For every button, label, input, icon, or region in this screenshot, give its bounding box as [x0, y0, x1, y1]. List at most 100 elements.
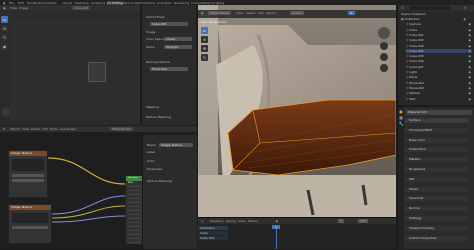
visibility-icon[interactable]: ◉ — [468, 28, 471, 32]
visibility-icon[interactable]: ◉ — [468, 22, 471, 26]
menu-keying[interactable]: Keying — [226, 219, 236, 223]
cursor-icon[interactable]: ⊕ — [1, 25, 8, 32]
outliner-item[interactable]: ▽ Plane.002 ◉ — [406, 86, 472, 90]
material-section[interactable]: Sheen — [405, 186, 469, 192]
material-section[interactable]: Settings — [405, 216, 469, 221]
outliner-item[interactable]: ▽ Sphere ◉ — [406, 91, 472, 95]
outliner-item[interactable]: ▽ Cube.001 ◉ — [406, 33, 472, 37]
outliner-item[interactable]: ▽ Cube.006 ◉ — [406, 59, 472, 63]
image-texture-node-2[interactable]: Image Texture — [8, 204, 52, 244]
visibility-icon[interactable]: ◉ — [468, 97, 471, 101]
timeline[interactable]: ◷ Playback Keying View Marker ▶ 1 250 Su… — [198, 217, 396, 249]
navigation-gizmo-icon[interactable] — [378, 27, 390, 39]
menu-object[interactable]: Object — [10, 127, 20, 131]
outliner-item[interactable]: ▽ Plane.001 ◉ — [406, 81, 472, 85]
image-name-field[interactable]: Cube.004 — [150, 22, 188, 26]
outliner-item[interactable]: ▽ Cube.002 ◉ — [406, 38, 472, 42]
move-icon[interactable]: ✥ — [201, 45, 208, 52]
material-section[interactable]: Subsurface — [405, 147, 469, 153]
outliner-type-icon[interactable]: ☰ — [401, 6, 404, 10]
material-section[interactable]: Viewport Display — [405, 225, 469, 231]
outliner-search-input[interactable] — [410, 6, 450, 10]
start-frame-field[interactable]: 1 — [338, 219, 344, 223]
node-field[interactable] — [12, 226, 48, 229]
outliner-item[interactable]: ▤ Collection ◉ — [401, 17, 467, 21]
outliner-item[interactable]: ▽ Text ◉ — [406, 97, 472, 101]
material-section[interactable]: Roughness — [405, 167, 469, 172]
menu-vp-object[interactable]: Object — [266, 11, 276, 15]
outliner-item[interactable]: ▽ Cube.003 ◉ — [406, 44, 472, 48]
outliner-item[interactable]: ▽ Cube ◉ — [406, 28, 472, 32]
3d-viewport[interactable]: ▭ ⊕ ✥ ↻ — [198, 5, 396, 217]
material-section[interactable]: Normal — [405, 206, 469, 212]
outliner-item[interactable]: ▽ Cube.004 ◉ — [406, 48, 472, 53]
zoom-icon[interactable] — [380, 42, 388, 50]
menu-tl-view[interactable]: View — [238, 219, 245, 223]
visibility-icon[interactable]: ◉ — [468, 75, 471, 79]
menu-node[interactable]: Node — [50, 127, 58, 131]
select-box-icon[interactable]: ▭ — [1, 16, 8, 23]
viewport-type-icon[interactable]: ◧ — [201, 11, 204, 15]
outliner-item[interactable]: ▽ Light ◉ — [406, 70, 472, 74]
rotate-icon[interactable]: ↻ — [201, 54, 208, 61]
colorspace-field[interactable]: Linear — [164, 37, 192, 41]
principled-bsdf-node[interactable]: Principled BSDF — [125, 175, 143, 245]
current-frame-indicator[interactable]: 1 — [272, 225, 280, 229]
node-editor-type-icon[interactable]: ⧉ — [3, 127, 5, 131]
image-selector[interactable]: Cube.004 — [72, 6, 91, 10]
menu-marker[interactable]: Marker — [248, 219, 258, 223]
menu-view[interactable]: View — [10, 6, 17, 10]
image-canvas[interactable] — [10, 18, 140, 120]
menu-vp-select[interactable]: Select — [246, 11, 255, 15]
menu-vp-view[interactable]: View — [236, 11, 243, 15]
timeline-type-icon[interactable]: ◷ — [201, 219, 204, 223]
visibility-icon[interactable]: ◉ — [468, 86, 471, 90]
menu-node-add[interactable]: Add — [42, 127, 48, 131]
visibility-icon[interactable]: ◉ — [468, 38, 471, 42]
camera-view-icon[interactable] — [380, 64, 388, 72]
cursor-icon[interactable]: ⊕ — [201, 36, 208, 43]
visibility-icon[interactable]: ◉ — [468, 44, 471, 48]
material-section[interactable]: Metallic — [405, 157, 469, 163]
end-frame-field[interactable]: 250 — [358, 219, 368, 223]
packing-field[interactable]: Fixed Size — [150, 67, 188, 71]
filter-icon[interactable]: ⚲ — [464, 6, 466, 10]
pan-icon[interactable] — [380, 53, 388, 61]
use-nodes-toggle[interactable]: Use Nodes — [60, 127, 76, 131]
track-cube[interactable]: Cube — [198, 231, 228, 235]
visibility-icon[interactable]: ◉ — [468, 81, 471, 85]
material-section[interactable]: Custom Properties — [405, 235, 469, 241]
material-slot-field[interactable]: Material.003 — [406, 110, 472, 115]
sample-icon[interactable]: ◉ — [1, 43, 8, 50]
select-box-icon[interactable]: ▭ — [201, 27, 208, 34]
zoom-icon[interactable] — [2, 108, 10, 116]
menu-playback[interactable]: Playback — [210, 219, 223, 223]
material-selector[interactable]: Material.003 — [110, 127, 133, 131]
alpha-field[interactable]: Straight — [164, 45, 192, 49]
outliner-item[interactable]: ▽ Camera ◉ — [406, 22, 472, 26]
timeline-tracks[interactable]: Summary Cube Cube.004 1 — [198, 225, 396, 249]
visibility-icon[interactable]: ◉ — [468, 70, 471, 74]
outliner-item[interactable]: ▽ Plane ◉ — [406, 75, 472, 79]
visibility-icon[interactable]: ◉ — [468, 33, 471, 37]
node-name-field[interactable]: Image Texture — [159, 143, 193, 147]
outliner-item[interactable]: ▽ Cube.005 ◉ — [406, 54, 472, 58]
material-section[interactable]: IOR — [405, 176, 469, 182]
track-summary[interactable]: Summary — [198, 226, 228, 230]
material-section[interactable]: Clearcoat — [405, 196, 469, 202]
menu-node-view[interactable]: View — [22, 127, 29, 131]
shading-icon[interactable]: ● — [348, 11, 355, 15]
transform-orientation[interactable]: Global — [290, 11, 304, 15]
material-section[interactable]: Principled BSDF — [405, 127, 469, 133]
material-section[interactable]: Base Color — [405, 137, 469, 143]
menu-image[interactable]: Image — [19, 6, 28, 10]
outliner-item[interactable]: ▽ Cube.007 ◉ — [406, 65, 472, 69]
visibility-icon[interactable]: ◉ — [468, 49, 471, 53]
mode-selector[interactable]: Object Mode — [208, 11, 231, 15]
bsdf-inputs[interactable] — [128, 183, 140, 243]
visibility-icon[interactable]: ◉ — [468, 59, 471, 63]
annotate-icon[interactable]: ✎ — [1, 34, 8, 41]
image-editor-type-icon[interactable]: ▣ — [3, 6, 6, 10]
menu-node-select[interactable]: Select — [31, 127, 40, 131]
play-icon[interactable]: ▶ — [276, 219, 278, 223]
